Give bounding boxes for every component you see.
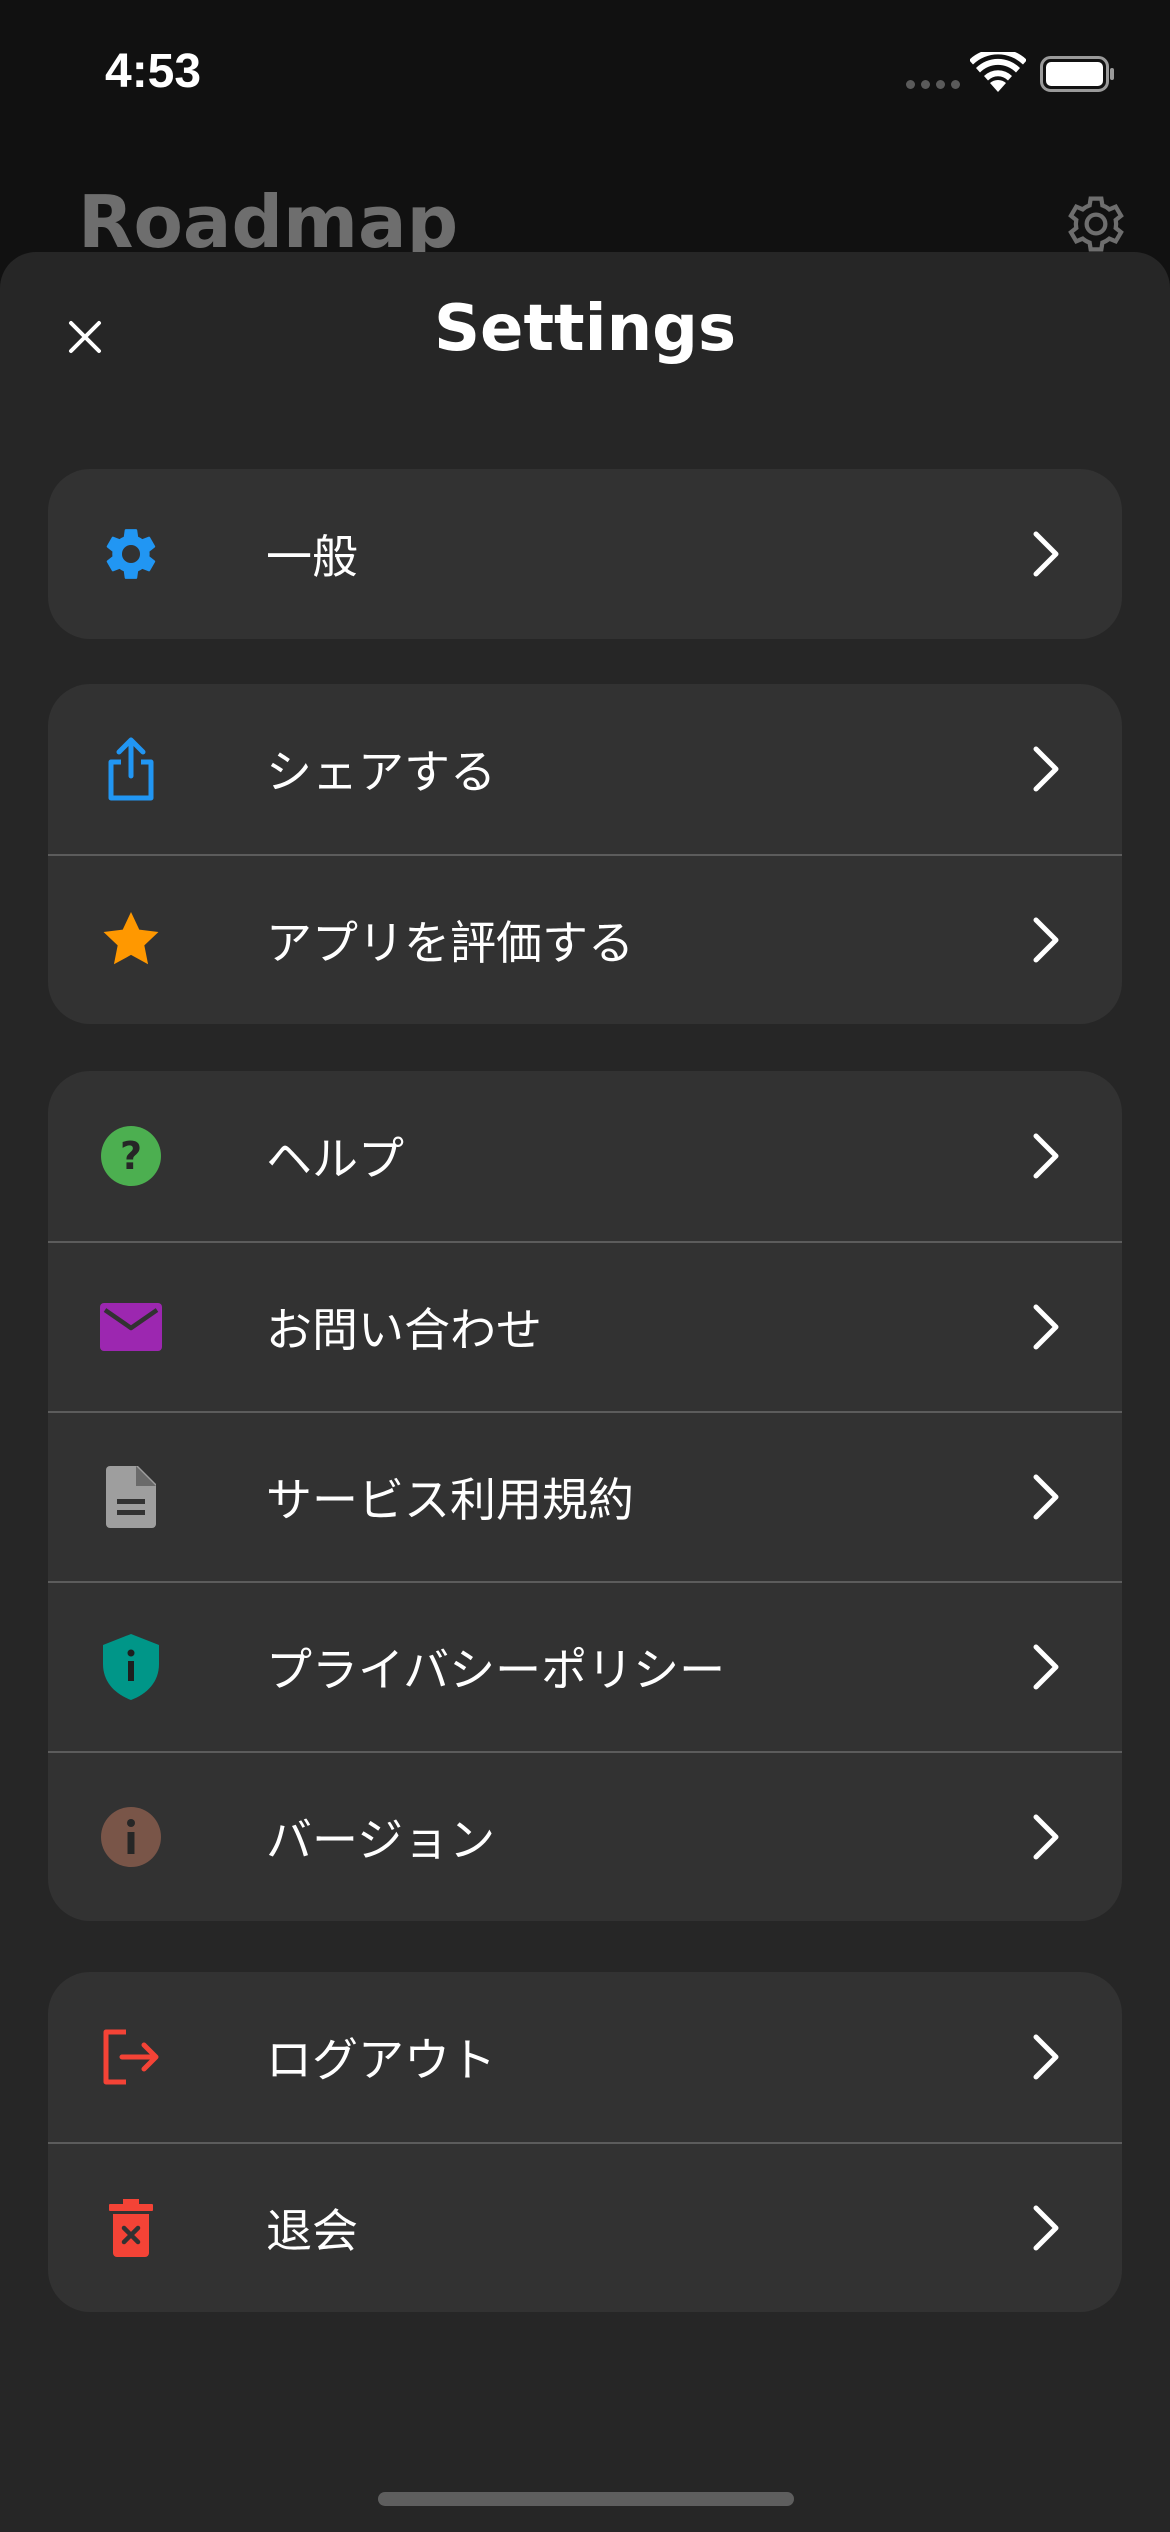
settings-item-rate-app[interactable]: アプリを評価する: [48, 854, 1122, 1024]
sheet-title: Settings: [433, 292, 737, 366]
status-time: 4:53: [105, 45, 202, 98]
settings-item-label: サービス利用規約: [266, 1473, 634, 1527]
settings-group-account: ログアウト 退会: [48, 1972, 1122, 2312]
settings-item-label: プライバシーポリシー: [266, 1643, 726, 1697]
settings-group-general: 一般: [48, 469, 1122, 639]
battery-icon: [1040, 56, 1114, 92]
svg-text:?: ?: [120, 1134, 142, 1178]
settings-item-label: 退会: [266, 2204, 358, 2258]
status-bar: 4:53: [0, 0, 1170, 150]
shield-icon: [98, 1634, 164, 1700]
settings-group-info: ? ヘルプ お問い合わせ サービス利用規約 プライバシーポリシー バージョン: [48, 1071, 1122, 1921]
settings-item-label: アプリを評価する: [266, 916, 634, 970]
logout-icon: [98, 2024, 164, 2090]
chevron-right-icon: [1026, 1637, 1066, 1697]
chevron-right-icon: [1026, 739, 1066, 799]
settings-item-label: シェアする: [266, 745, 496, 799]
settings-item-delete-account[interactable]: 退会: [48, 2142, 1122, 2312]
chevron-right-icon: [1026, 2027, 1066, 2087]
wifi-icon: [970, 52, 1026, 92]
document-icon: [98, 1464, 164, 1530]
mail-icon: [98, 1294, 164, 1360]
gear-icon: [98, 521, 164, 587]
star-icon: [98, 907, 164, 973]
settings-item-help[interactable]: ? ヘルプ: [48, 1071, 1122, 1241]
settings-item-label: 一般: [266, 530, 358, 584]
settings-item-share[interactable]: シェアする: [48, 684, 1122, 854]
settings-sheet: Settings 一般 シェアする アプリを評価する ? ヘルプ お問い合わせ …: [0, 252, 1170, 2532]
settings-item-terms[interactable]: サービス利用規約: [48, 1411, 1122, 1581]
chevron-right-icon: [1026, 1297, 1066, 1357]
chevron-right-icon: [1026, 1807, 1066, 1867]
settings-item-version[interactable]: バージョン: [48, 1751, 1122, 1921]
settings-item-label: お問い合わせ: [266, 1303, 542, 1357]
info-icon: [98, 1804, 164, 1870]
settings-item-label: ヘルプ: [266, 1132, 404, 1186]
home-indicator[interactable]: [378, 2492, 794, 2506]
chevron-right-icon: [1026, 1467, 1066, 1527]
trash-icon: [98, 2195, 164, 2261]
settings-group-share: シェアする アプリを評価する: [48, 684, 1122, 1024]
settings-item-label: バージョン: [266, 1813, 496, 1867]
help-icon: ?: [98, 1123, 164, 1189]
cellular-signal-icon: [906, 80, 960, 89]
settings-gear-icon[interactable]: [1064, 192, 1128, 256]
chevron-right-icon: [1026, 524, 1066, 584]
settings-item-privacy[interactable]: プライバシーポリシー: [48, 1581, 1122, 1751]
settings-item-general[interactable]: 一般: [48, 469, 1122, 639]
settings-item-label: ログアウト: [266, 2033, 496, 2087]
settings-item-contact[interactable]: お問い合わせ: [48, 1241, 1122, 1411]
share-icon: [98, 736, 164, 802]
settings-item-logout[interactable]: ログアウト: [48, 1972, 1122, 2142]
chevron-right-icon: [1026, 910, 1066, 970]
chevron-right-icon: [1026, 2198, 1066, 2258]
chevron-right-icon: [1026, 1126, 1066, 1186]
